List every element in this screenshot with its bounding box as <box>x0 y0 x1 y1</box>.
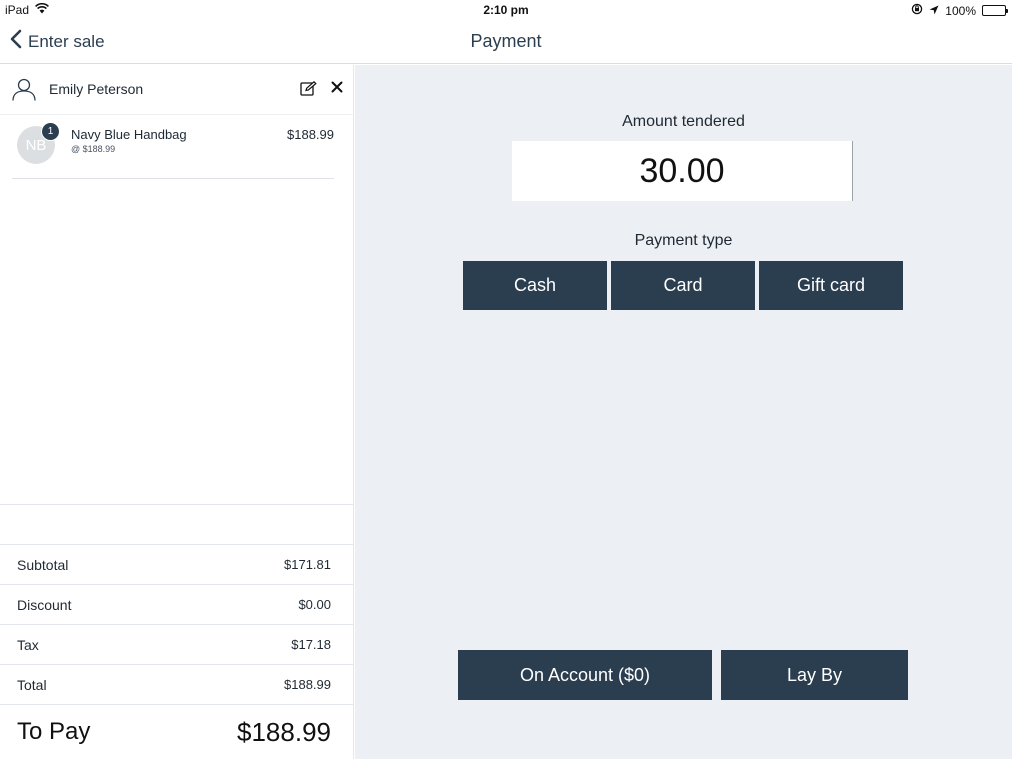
edit-icon[interactable] <box>300 80 317 101</box>
to-pay-label: To Pay <box>17 718 91 745</box>
item-unit-price: @ $188.99 <box>71 144 116 154</box>
battery-icon <box>982 5 1008 16</box>
gift-card-button[interactable]: Gift card <box>759 261 903 310</box>
line-item[interactable]: NB 1 Navy Blue Handbag @ $188.99 $188.99 <box>12 115 334 179</box>
orientation-lock-icon <box>911 3 923 18</box>
user-icon <box>12 77 36 106</box>
lay-by-button[interactable]: Lay By <box>721 650 908 700</box>
tax-label: Tax <box>17 636 39 653</box>
item-price: $188.99 <box>287 127 334 142</box>
quantity-badge: 1 <box>41 122 60 141</box>
payment-type-label: Payment type <box>634 232 733 249</box>
status-right: 100% <box>911 3 1008 18</box>
total-label: Total <box>17 676 47 693</box>
subtotal-row: Subtotal $171.81 <box>0 544 354 584</box>
cash-button[interactable]: Cash <box>463 261 607 310</box>
item-name: Navy Blue Handbag <box>71 127 187 142</box>
amount-tendered-label: Amount tendered <box>622 113 745 130</box>
card-button[interactable]: Card <box>611 261 755 310</box>
to-pay-row: To Pay $188.99 <box>0 704 354 759</box>
payment-panel: Amount tendered Payment type Cash Card G… <box>355 65 1012 759</box>
sale-summary-panel: Emily Peterson NB 1 Navy Blue Handbag @ … <box>0 65 354 759</box>
status-time: 2:10 pm <box>483 3 529 17</box>
remove-customer-icon[interactable] <box>331 80 343 98</box>
customer-name: Emily Peterson <box>49 81 144 97</box>
on-account-button[interactable]: On Account ($0) <box>458 650 712 700</box>
subtotal-label: Subtotal <box>17 556 69 573</box>
discount-label: Discount <box>17 596 72 613</box>
totals-spacer <box>0 504 354 544</box>
tax-row: Tax $17.18 <box>0 624 354 664</box>
subtotal-value: $171.81 <box>284 557 331 572</box>
to-pay-value: $188.99 <box>237 716 331 747</box>
total-row: Total $188.99 <box>0 664 354 704</box>
discount-value: $0.00 <box>298 597 331 612</box>
navigation-bar: Enter sale Payment <box>0 20 1012 64</box>
total-value: $188.99 <box>284 677 331 692</box>
status-bar: iPad 2:10 pm 100% <box>0 0 1012 20</box>
totals-section: Subtotal $171.81 Discount $0.00 Tax $17.… <box>0 504 354 759</box>
battery-percent: 100% <box>945 3 976 18</box>
page-title: Payment <box>470 31 542 51</box>
location-icon <box>929 4 939 18</box>
amount-tendered-input[interactable] <box>512 141 853 201</box>
tax-value: $17.18 <box>291 637 331 652</box>
customer-row[interactable]: Emily Peterson <box>0 65 354 115</box>
discount-row: Discount $0.00 <box>0 584 354 624</box>
